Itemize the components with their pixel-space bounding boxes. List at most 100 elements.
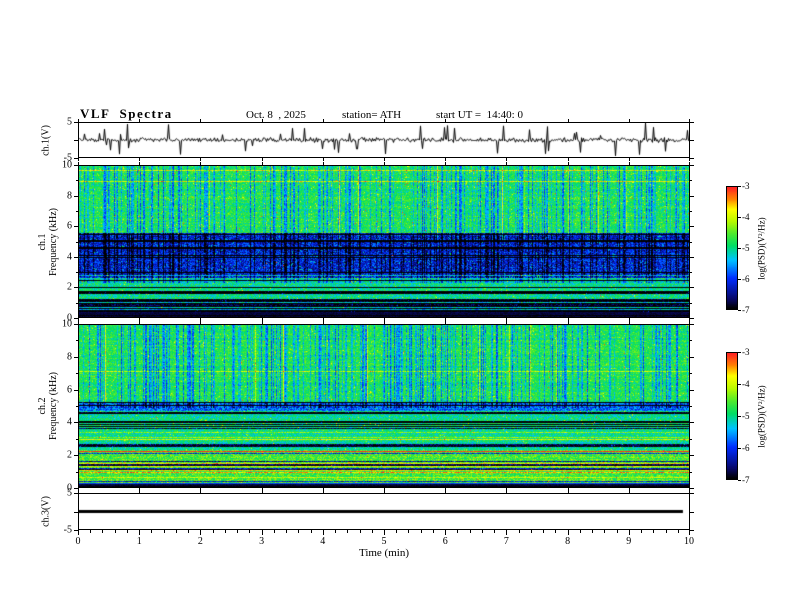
y-tick [690,318,694,319]
y-tick [690,195,694,197]
colorbar-tick [738,352,741,353]
ch2-spectrogram-panel [78,324,690,488]
x-tick-label: 1 [136,536,142,547]
y-tick [690,272,692,274]
y-tick [76,406,78,407]
x-tick [445,158,447,161]
x-tick [506,162,508,165]
x-minor-tick [126,530,128,533]
ch3-waveform-ylabel: ch.3(V) [41,442,52,582]
y-tick-label: 10 [62,318,72,330]
y-tick [76,210,78,212]
x-minor-tick [494,530,496,533]
x-minor-tick [371,530,373,533]
x-tick [445,162,447,165]
y-tick [690,455,694,457]
x-tick [506,321,508,324]
ch1-spectrogram-canvas [79,166,689,317]
colorbar-tick [738,480,741,481]
x-minor-tick [310,530,312,533]
y-tick [74,422,78,424]
y-tick [690,241,692,243]
y-tick [76,241,78,243]
x-tick [628,490,630,493]
start-ut-label: start UT = 14:40: 0 [436,109,523,121]
x-tick-label: 2 [197,536,203,547]
x-minor-tick [114,530,116,533]
colorbar-tick-label: -3 [742,347,750,357]
x-tick [567,119,569,122]
x-tick [506,158,508,161]
x-minor-tick [188,530,190,533]
y-tick [74,356,78,358]
y-tick-label: 5 [67,487,72,499]
station-label: station= ATH [342,109,402,121]
x-tick-label: 0 [75,536,81,547]
x-tick [445,321,447,324]
x-minor-tick [347,530,349,533]
x-minor-tick [653,530,655,533]
y-tick [690,340,692,342]
colorbar-tick [738,448,741,449]
x-major-tick [78,530,79,535]
colorbar-tick [738,217,741,218]
y-tick [690,302,692,304]
y-tick [690,389,694,391]
x-minor-tick [335,530,337,533]
y-tick [690,158,694,159]
y-tick-label: 2 [67,281,72,293]
x-tick [322,490,324,493]
y-tick [74,455,78,457]
x-tick-label: 10 [684,536,694,547]
time-axis-label: Time (min) [358,547,409,559]
x-minor-tick [616,530,618,533]
x-major-tick [322,530,324,535]
y-tick-label: 4 [67,251,72,263]
x-tick [384,119,385,122]
x-major-tick [628,530,630,535]
x-tick-label: 6 [442,536,448,547]
x-minor-tick [163,530,165,533]
y-tick [74,530,78,531]
x-tick-label: 7 [503,536,509,547]
y-tick [690,210,692,212]
y-tick [76,180,78,182]
y-tick [76,438,78,440]
x-major-tick [200,530,202,535]
y-tick [690,324,694,325]
x-tick [567,490,569,493]
x-tick [78,158,79,161]
x-tick [200,490,202,493]
x-minor-tick [641,530,643,533]
y-tick-label: 8 [67,190,72,202]
colorbar-tick-label: -6 [742,274,750,284]
y-tick [690,422,694,424]
x-minor-tick [555,530,557,533]
x-minor-tick [432,530,434,533]
ch1-waveform-panel [78,122,690,158]
colorbar-ch1-canvas [727,187,737,309]
x-tick [384,162,385,165]
x-tick [384,158,385,161]
colorbar-tick [738,310,741,311]
x-minor-tick [469,530,471,533]
colorbar-tick-label: -6 [742,443,750,453]
y-tick [690,165,694,166]
x-minor-tick [543,530,545,533]
x-minor-tick [359,530,361,533]
y-tick [76,471,78,473]
figure-title: VLF Spectra [80,106,173,121]
colorbar-tick [738,248,741,249]
x-tick [139,321,141,324]
x-tick [139,162,141,165]
x-major-tick [139,530,141,535]
y-tick [76,272,78,274]
ch1-waveform-canvas [79,123,689,157]
y-tick [690,406,692,407]
x-minor-tick [530,530,532,533]
y-tick [74,226,78,228]
y-tick [690,356,694,358]
y-tick [74,165,78,166]
ch3-waveform-panel [78,493,690,530]
x-minor-tick [212,530,214,533]
